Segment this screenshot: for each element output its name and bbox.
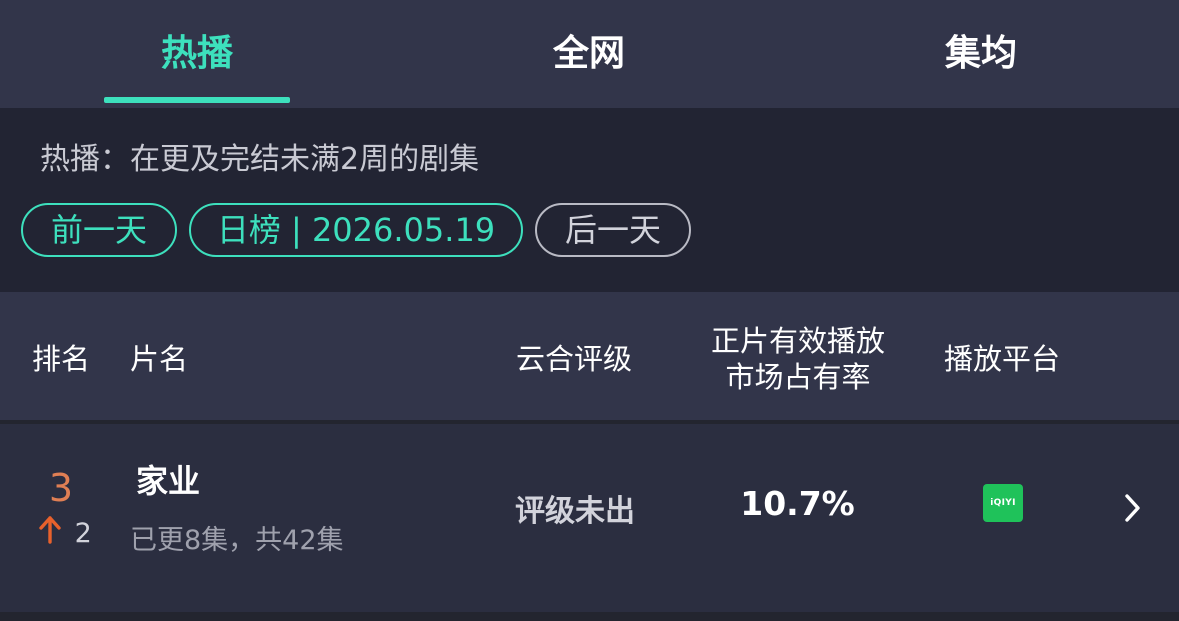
rank-number: 3 — [48, 466, 74, 510]
ranking-screen: 热播 全网 集均 热播：在更及完结未满2周的剧集 前一天 日榜 | 2026.0… — [0, 0, 1179, 621]
table-header: 排名 片名 云合评级 正片有效播放 市场占有率 播放平台 — [0, 292, 1179, 420]
iqiyi-logo-icon: iQIYI — [983, 484, 1023, 522]
next-day-button[interactable]: 后一天 — [535, 203, 691, 257]
episode-progress: 已更8集，共42集 — [130, 525, 344, 556]
header-share-line2: 市场占有率 — [725, 360, 871, 394]
chevron-right-icon[interactable] — [1120, 492, 1144, 524]
market-share-value: 10.7% — [740, 484, 855, 523]
header-rating: 云合评级 — [516, 342, 633, 376]
rating-value: 评级未出 — [515, 494, 635, 529]
header-rank: 排名 — [32, 342, 91, 376]
rank-change: 2 — [38, 516, 92, 550]
tab-hot[interactable]: 热播 — [104, 26, 290, 82]
rank-change-value: 2 — [74, 518, 92, 549]
show-title: 家业 — [136, 462, 201, 500]
arrow-up-icon — [38, 516, 62, 551]
tab-episode-average[interactable]: 集均 — [888, 26, 1074, 82]
prev-day-button[interactable]: 前一天 — [21, 203, 177, 257]
filter-panel: 热播：在更及完结未满2周的剧集 前一天 日榜 | 2026.05.19 后一天 — [0, 108, 1179, 292]
tab-all-network[interactable]: 全网 — [496, 26, 682, 82]
table-row[interactable]: 3 2 家业 已更8集，共42集 评级未出 10.7% iQIYI — [0, 424, 1179, 612]
tab-bar: 热播 全网 集均 — [0, 0, 1179, 108]
header-platform: 播放平台 — [944, 342, 1061, 376]
bottom-divider — [0, 612, 1179, 621]
list-description: 热播：在更及完结未满2周的剧集 — [40, 142, 480, 177]
active-tab-indicator — [104, 97, 290, 103]
date-selector-button[interactable]: 日榜 | 2026.05.19 — [189, 203, 523, 257]
header-title: 片名 — [130, 342, 189, 376]
